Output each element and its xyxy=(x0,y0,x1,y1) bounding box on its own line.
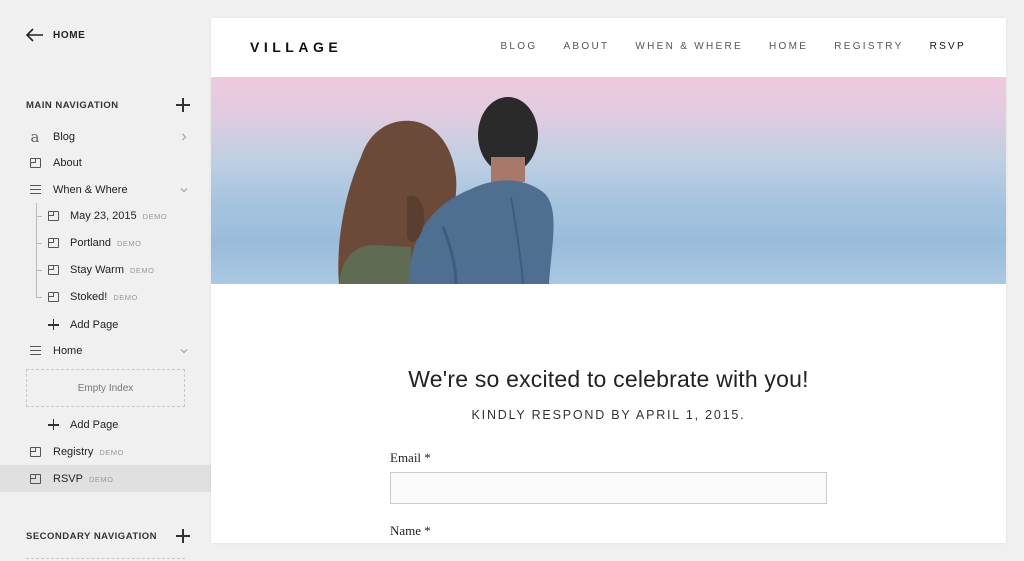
page-icon xyxy=(29,446,41,458)
chevron-down-icon xyxy=(180,348,188,353)
plus-icon xyxy=(47,319,59,331)
blog-icon: a xyxy=(30,127,40,146)
demo-badge: DEMO xyxy=(142,211,168,221)
page-icon xyxy=(47,237,59,249)
site-nav-when-where[interactable]: WHEN & WHERE xyxy=(635,41,743,52)
empty-index-dropzone[interactable]: Empty Index xyxy=(26,369,185,407)
hero-banner-image xyxy=(211,77,1006,284)
chevron-down-icon xyxy=(180,187,188,192)
sidebar-item-label: Stay Warm xyxy=(70,263,124,276)
sidebar-item-when-where[interactable]: When & Where xyxy=(0,176,211,203)
site-logo[interactable]: VILLAGE xyxy=(250,39,342,55)
add-page-button[interactable]: Add Page xyxy=(0,311,211,338)
demo-badge: DEMO xyxy=(130,265,155,275)
site-nav-rsvp[interactable]: RSVP xyxy=(930,41,966,52)
sidebar-item-stoked[interactable]: Stoked! DEMO xyxy=(0,283,211,310)
add-main-nav-plus-icon[interactable] xyxy=(176,98,190,112)
rsvp-headline: We're so excited to celebrate with you! xyxy=(408,366,809,392)
rsvp-content: We're so excited to celebrate with you! … xyxy=(211,284,1006,543)
back-label: HOME xyxy=(53,29,86,41)
site-nav: BLOG ABOUT WHEN & WHERE HOME REGISTRY RS… xyxy=(474,41,966,52)
sidebar-item-home[interactable]: Home xyxy=(0,337,211,364)
sidebar-item-label: Portland xyxy=(70,236,111,249)
sidebar-item-registry[interactable]: Registry DEMO xyxy=(0,438,211,465)
index-icon xyxy=(29,345,41,357)
secondary-nav-dropzone[interactable] xyxy=(26,558,185,559)
page-icon xyxy=(47,264,59,276)
sidebar-item-rsvp[interactable]: RSVP DEMO xyxy=(0,465,211,492)
site-nav-registry[interactable]: REGISTRY xyxy=(834,41,903,52)
page-icon xyxy=(47,291,59,303)
site-header: VILLAGE BLOG ABOUT WHEN & WHERE HOME REG… xyxy=(211,18,1006,77)
demo-badge: DEMO xyxy=(99,447,124,457)
sidebar: HOME MAIN NAVIGATION a Blog About When &… xyxy=(0,0,211,561)
empty-index-label: Empty Index xyxy=(77,382,134,394)
demo-badge: DEMO xyxy=(88,474,114,484)
folder-icon xyxy=(29,184,41,196)
site-nav-about[interactable]: ABOUT xyxy=(563,41,609,52)
name-label: Name * xyxy=(390,523,431,538)
sidebar-item-portland[interactable]: Portland DEMO xyxy=(0,229,211,256)
couple-photo-illustration xyxy=(211,97,1006,284)
sidebar-item-label: May 23, 2015 xyxy=(70,209,137,222)
page-icon xyxy=(29,157,41,169)
site-preview: VILLAGE BLOG ABOUT WHEN & WHERE HOME REG… xyxy=(211,18,1006,543)
add-page-label: Add Page xyxy=(70,418,119,431)
demo-badge: DEMO xyxy=(116,238,142,248)
sidebar-item-blog[interactable]: a Blog xyxy=(0,123,211,150)
demo-badge: DEMO xyxy=(113,292,138,302)
arrow-left-icon xyxy=(26,28,43,42)
sidebar-item-may-23[interactable]: May 23, 2015 DEMO xyxy=(0,202,211,229)
email-label: Email * xyxy=(390,450,431,465)
sidebar-item-label: Blog xyxy=(53,130,76,143)
sidebar-item-label: Home xyxy=(53,344,83,357)
site-nav-home[interactable]: HOME xyxy=(769,41,808,52)
add-page-label: Add Page xyxy=(70,318,119,331)
secondary-navigation-header: SECONDARY NAVIGATION xyxy=(26,527,190,545)
sidebar-item-label: RSVP xyxy=(53,472,83,485)
sidebar-item-label: Stoked! xyxy=(70,290,108,303)
plus-icon xyxy=(47,419,59,431)
page-icon xyxy=(29,473,41,485)
add-secondary-nav-plus-icon[interactable] xyxy=(176,529,190,543)
sidebar-item-about[interactable]: About xyxy=(0,149,211,176)
back-home-link[interactable]: HOME xyxy=(26,26,85,44)
sidebar-item-label: About xyxy=(53,156,82,169)
site-nav-blog[interactable]: BLOG xyxy=(500,41,537,52)
secondary-navigation-label: SECONDARY NAVIGATION xyxy=(26,530,158,542)
sidebar-item-stay-warm[interactable]: Stay Warm DEMO xyxy=(0,256,211,283)
main-navigation-header: MAIN NAVIGATION xyxy=(26,96,190,114)
sidebar-item-label: When & Where xyxy=(53,183,128,196)
main-navigation-label: MAIN NAVIGATION xyxy=(26,99,119,111)
page-icon xyxy=(47,210,59,222)
add-page-button[interactable]: Add Page xyxy=(0,411,211,438)
email-field[interactable] xyxy=(390,472,827,504)
rsvp-deadline: KINDLY RESPOND BY APRIL 1, 2015. xyxy=(471,408,746,422)
chevron-right-icon xyxy=(182,133,187,140)
sidebar-item-label: Registry xyxy=(53,445,94,458)
